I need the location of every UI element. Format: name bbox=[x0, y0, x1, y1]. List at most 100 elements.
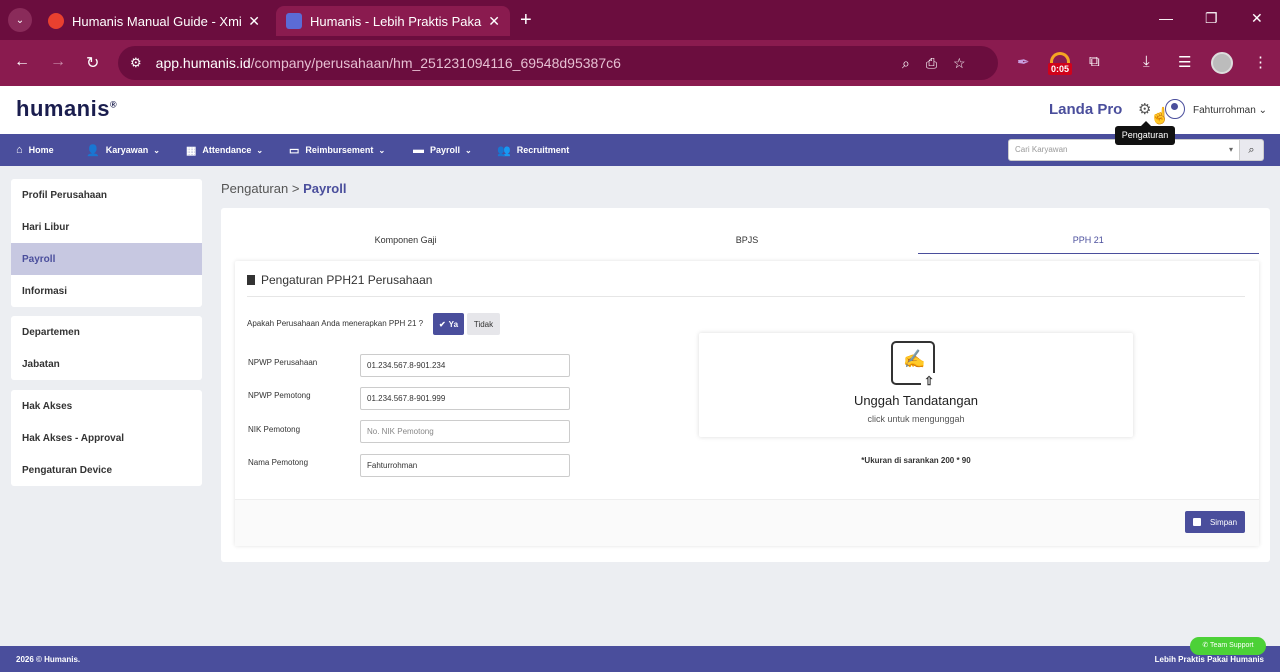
browser-tabbar: ⌄ Humanis Manual Guide - Xmind ✕ Humanis… bbox=[0, 0, 1280, 40]
logo-text: humanis bbox=[16, 96, 110, 121]
pph21-question: Apakah Perusahaan Anda menerapkan PPH 21… bbox=[247, 319, 424, 328]
save-button[interactable]: Simpan bbox=[1185, 511, 1245, 533]
card-title: Pengaturan PPH21 Perusahaan bbox=[247, 273, 432, 287]
reading-list-icon[interactable]: ☰ bbox=[1178, 53, 1191, 71]
bookmark-star-icon[interactable]: ☆ bbox=[953, 55, 966, 72]
zoom-icon[interactable]: ⌕ bbox=[902, 55, 910, 72]
yes-label: Ya bbox=[448, 319, 459, 329]
address-bar[interactable]: ⚙ app.humanis.id /company/perusahaan/hm_… bbox=[118, 46, 998, 80]
npwp-pemotong-input[interactable]: 01.234.567.8-901.999 bbox=[360, 387, 570, 410]
copyright: 2026 © Humanis. bbox=[16, 655, 81, 664]
sidebar-item-pengaturan-device[interactable]: Pengaturan Device bbox=[11, 454, 202, 486]
breadcrumb-current: Payroll bbox=[303, 181, 347, 196]
close-window-icon[interactable]: ✕ bbox=[1251, 10, 1263, 27]
sidebar-item-informasi[interactable]: Informasi bbox=[11, 275, 202, 307]
npwp-pemotong-label: NPWP Pemotong bbox=[248, 391, 311, 400]
humanis-logo[interactable]: humanis® bbox=[16, 96, 117, 122]
search-icon: ⌕ bbox=[1248, 143, 1255, 156]
menu-item-label: Attendance bbox=[202, 145, 252, 155]
timer-extension-icon[interactable]: 0:05 bbox=[1048, 52, 1072, 75]
pph21-card: Pengaturan PPH21 Perusahaan Apakah Perus… bbox=[235, 261, 1259, 546]
card-title-text: Pengaturan PPH21 Perusahaan bbox=[261, 273, 433, 287]
menu-item-label: Recruitment bbox=[516, 145, 570, 155]
forward-icon[interactable]: → bbox=[50, 53, 66, 71]
tab-pph21[interactable]: PPH 21 bbox=[917, 230, 1259, 254]
site-settings-icon[interactable]: ⚙ bbox=[130, 55, 142, 71]
url-actions: ⌕ ⎙ ☆ bbox=[902, 46, 966, 80]
install-app-icon[interactable]: ⎙ bbox=[926, 55, 937, 72]
menu-item-recruitment[interactable]: 👥 Recruitment bbox=[497, 134, 569, 166]
sidebar-group-access: Hak Akses Hak Akses - Approval Pengatura… bbox=[11, 390, 202, 486]
tab-search-button[interactable]: ⌄ bbox=[8, 8, 32, 32]
app-header: humanis® Landa Pro ⚙ Fahturrohman ⌄ bbox=[0, 86, 1280, 134]
restore-icon[interactable]: ❐ bbox=[1205, 10, 1218, 27]
search-button[interactable]: ⌕ bbox=[1240, 139, 1264, 161]
user-name: Fahturrohman bbox=[1193, 105, 1256, 116]
chevron-down-icon: ⌄ bbox=[153, 145, 160, 155]
menu-item-karyawan[interactable]: 👤 Karyawan ⌄ bbox=[86, 134, 160, 166]
sidebar-group-structure: Departemen Jabatan bbox=[11, 316, 202, 380]
new-tab-button[interactable]: + bbox=[520, 8, 532, 32]
menu-item-reimbursement[interactable]: ▭ Reimbursement ⌄ bbox=[289, 134, 385, 166]
chevron-down-icon: ⌄ bbox=[378, 145, 386, 155]
team-support-label: Team Support bbox=[1210, 642, 1254, 649]
sidebar-item-jabatan[interactable]: Jabatan bbox=[11, 348, 202, 380]
menu-item-label: Reimbursement bbox=[305, 145, 374, 155]
no-button[interactable]: Tidak bbox=[467, 313, 500, 335]
npwp-perusahaan-input[interactable]: 01.234.567.8-901.234 bbox=[360, 354, 570, 377]
team-support-button[interactable]: ✆ Team Support bbox=[1190, 637, 1266, 655]
close-icon[interactable]: ✕ bbox=[248, 13, 260, 30]
menu-item-attendance[interactable]: ▦ Attendance ⌄ bbox=[186, 134, 263, 166]
calendar-icon: ▦ bbox=[186, 144, 197, 157]
browser-tab-humanis[interactable]: Humanis - Lebih Praktis Pakai Humanis ✕ bbox=[276, 6, 510, 36]
sidebar-item-profil-perusahaan[interactable]: Profil Perusahaan bbox=[11, 179, 202, 211]
nama-pemotong-input[interactable]: Fahturrohman bbox=[360, 454, 570, 477]
browser-tab-manual-guide[interactable]: Humanis Manual Guide - Xmind ✕ bbox=[38, 6, 270, 36]
reload-icon[interactable]: ↻ bbox=[86, 53, 99, 73]
sidebar-item-payroll[interactable]: Payroll bbox=[11, 243, 202, 275]
breadcrumb-parent[interactable]: Pengaturan bbox=[221, 181, 288, 196]
yes-button[interactable]: ✔ Ya bbox=[433, 313, 464, 335]
check-icon: ✔ bbox=[438, 319, 446, 329]
logo-registered-mark: ® bbox=[109, 99, 118, 110]
group-icon: 👥 bbox=[497, 144, 511, 157]
minimize-icon[interactable]: — bbox=[1159, 10, 1173, 26]
nik-pemotong-label: NIK Pemotong bbox=[248, 425, 301, 434]
feather-extension-icon[interactable]: ✒ bbox=[1017, 53, 1030, 71]
sidebar-group-company: Profil Perusahaan Hari Libur Payroll Inf… bbox=[11, 179, 202, 307]
tab-komponen-gaji[interactable]: Komponen Gaji bbox=[235, 230, 576, 254]
app-footer: 2026 © Humanis. Lebih Praktis Pakai Huma… bbox=[0, 646, 1280, 672]
money-icon: ▭ bbox=[289, 144, 300, 157]
tab-title: Humanis Manual Guide - Xmind bbox=[72, 13, 243, 29]
menu-item-label: Home bbox=[28, 145, 54, 155]
url-path: /company/perusahaan/hm_251231094116_6954… bbox=[250, 55, 621, 71]
nik-pemotong-input[interactable]: No. NIK Pemotong bbox=[360, 420, 570, 443]
download-icon[interactable]: ⤓ bbox=[1143, 53, 1150, 70]
back-icon[interactable]: ← bbox=[14, 53, 30, 71]
menu-item-payroll[interactable]: ▬ Payroll ⌄ bbox=[413, 134, 472, 166]
chevron-down-icon: ⌄ bbox=[465, 145, 472, 155]
close-icon[interactable]: ✕ bbox=[488, 13, 500, 30]
signature-upload-area[interactable]: ✍ ⇧ Unggah Tandatangan click untuk mengu… bbox=[699, 333, 1133, 437]
upload-arrow-icon: ⇧ bbox=[921, 373, 937, 389]
user-menu[interactable]: Fahturrohman ⌄ bbox=[1193, 105, 1267, 116]
save-label: Simpan bbox=[1209, 517, 1238, 527]
sidebar-item-hak-akses[interactable]: Hak Akses bbox=[11, 390, 202, 422]
floppy-icon bbox=[1192, 518, 1201, 526]
more-menu-icon[interactable]: ⋮ bbox=[1253, 53, 1268, 71]
settings-tooltip: Pengaturan bbox=[1115, 121, 1175, 145]
profile-avatar[interactable] bbox=[1211, 52, 1233, 74]
plan-label: Landa Pro bbox=[1049, 101, 1123, 118]
tab-bpjs[interactable]: BPJS bbox=[576, 230, 917, 254]
extensions-puzzle-icon[interactable]: ⧉ bbox=[1089, 53, 1100, 70]
whatsapp-icon: ✆ bbox=[1202, 642, 1209, 649]
upload-title: Unggah Tandatangan bbox=[853, 393, 979, 408]
menu-item-home[interactable]: ⌂ Home bbox=[16, 134, 54, 166]
sidebar-item-hak-akses-approval[interactable]: Hak Akses - Approval bbox=[11, 422, 202, 454]
sidebar-item-departemen[interactable]: Departemen bbox=[11, 316, 202, 348]
breadcrumb: Pengaturan > Payroll bbox=[221, 181, 346, 196]
nama-pemotong-label: Nama Pemotong bbox=[248, 458, 309, 467]
search-placeholder: Cari Karyawan bbox=[1015, 145, 1068, 154]
sidebar-item-hari-libur[interactable]: Hari Libur bbox=[11, 211, 202, 243]
home-icon: ⌂ bbox=[16, 144, 23, 156]
